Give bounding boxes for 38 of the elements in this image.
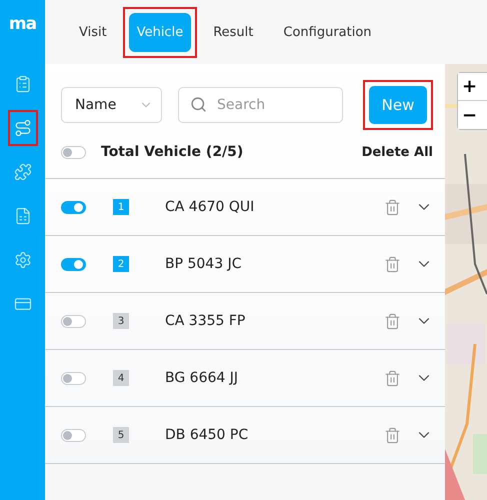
zoom-in-button[interactable]: + [458,73,487,101]
search-field[interactable]: Search [178,87,343,123]
trash-icon[interactable] [384,426,401,444]
trash-icon[interactable] [384,256,401,272]
delete-all-link[interactable]: Delete All [362,144,433,160]
trash-icon[interactable] [384,312,401,330]
logo: ma [8,14,36,36]
plate-number: BG 6664 JJ [165,370,239,386]
toggle-switch[interactable] [61,314,86,328]
index-badge: 5 [113,427,129,443]
sort-select[interactable]: Name [61,87,162,123]
toggle-switch[interactable] [61,372,86,384]
tab[interactable]: Visit [71,12,115,52]
document-icon [14,207,32,225]
plate-number: DB 6450 PC [165,427,250,443]
index-badge: 4 [113,370,129,386]
plate-number: BP 5043 JC [165,256,242,272]
card-icon [14,295,32,313]
trash-icon[interactable] [384,370,401,386]
index-badge: 1 [113,199,129,215]
total-label: Total Vehicle (2/5) [101,144,244,160]
plate-number: CA 4670 QUI [165,199,256,215]
toggle-switch[interactable] [61,146,86,158]
toggle-switch[interactable] [61,200,86,214]
clipboard-icon [14,75,32,93]
route-icon [14,119,32,137]
tab[interactable]: Configuration [275,12,380,52]
settings-icon [14,251,32,269]
index-badge: 3 [113,313,129,329]
trash-icon[interactable] [384,198,401,216]
toggle-switch[interactable] [61,428,86,442]
sidebar-item[interactable] [8,110,38,146]
plate-number: CA 3355 FP [165,313,246,329]
puzzle-icon [14,163,32,181]
search-icon [190,96,207,113]
toggle-switch[interactable] [61,258,86,270]
index-badge: 2 [113,256,129,272]
tab[interactable]: Result [205,12,262,52]
